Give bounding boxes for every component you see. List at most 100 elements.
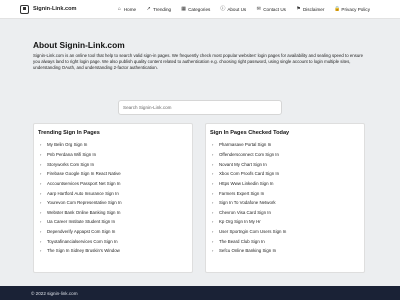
chevron-right-icon: ›	[212, 238, 214, 244]
chevron-right-icon: ›	[40, 161, 42, 167]
list-item-link[interactable]: Firebase Google Sign In React Native	[47, 171, 121, 176]
list-item-link[interactable]: Kp Org Sign In My Hr	[219, 219, 261, 224]
nav-label: Trending	[153, 6, 172, 12]
list-item-link[interactable]: Storyworks Com Sign In	[47, 162, 94, 167]
info-icon: ⓘ	[220, 5, 226, 12]
list-item[interactable]: › Aarp Hartford Auto Insurance Sign In	[38, 188, 188, 198]
trending-panel: Trending Sign In Pages › My Belin Org Sig…	[33, 123, 193, 273]
chevron-right-icon: ›	[212, 200, 214, 206]
list-item[interactable]: › Pharmasave Portal Sign In	[210, 140, 360, 150]
chevron-right-icon: ›	[40, 248, 42, 254]
list-item-link[interactable]: Xbox Com Proofs Card Sign In	[219, 171, 279, 176]
list-item[interactable]: › Webster Bank Online Banking Sign In	[38, 207, 188, 217]
top-navbar: Signin-Link.com ⌂ Home ↗ Trending ▦ Categorie…	[0, 0, 400, 19]
chevron-right-icon: ›	[40, 209, 42, 215]
list-item[interactable]: › Xbox Com Proofs Card Sign In	[210, 169, 360, 179]
list-item[interactable]: › Https Www Linkedin Sign In	[210, 179, 360, 189]
list-item[interactable]: › Kp Org Sign In My Hr	[210, 217, 360, 227]
list-item-link[interactable]: Ua Career Institute Student Sign In	[47, 219, 115, 224]
chevron-right-icon: ›	[40, 151, 42, 157]
nav-label: Home	[123, 6, 137, 12]
chevron-right-icon: ›	[40, 229, 42, 235]
trending-list: › My Belin Org Sign In › Pnb Perdana Wifi S…	[38, 140, 188, 256]
lock-icon: 🔒	[334, 5, 341, 12]
list-item-link[interactable]: Accountservices Passport Net Sign In	[47, 181, 120, 186]
chevron-right-icon: ›	[40, 142, 42, 148]
list-item[interactable]: › User Sportngin Com Users Sign In	[210, 227, 360, 237]
chevron-right-icon: ›	[212, 180, 214, 186]
list-item[interactable]: › Farmers Expert Sign In	[210, 188, 360, 198]
list-item[interactable]: › Accountservices Passport Net Sign In	[38, 179, 188, 189]
list-item-link[interactable]: Pharmasave Portal Sign In	[219, 142, 271, 147]
list-item[interactable]: › Offendersconnect Com Sign In	[210, 150, 360, 160]
chevron-right-icon: ›	[212, 142, 214, 148]
list-item-link[interactable]: The Sign In Sidney Bruskin's Window	[47, 248, 120, 253]
copyright-text: © 2022 signin-link.com	[31, 290, 78, 296]
list-item-link[interactable]: Sefcu Online Banking Sign In	[219, 248, 276, 253]
list-item[interactable]: › Sign In To Vodafone Network	[210, 198, 360, 208]
about-text: Signin-Link.com is an online tool that h…	[33, 53, 364, 71]
list-item-link[interactable]: Dependverify Appapst Com Sign In	[47, 229, 115, 234]
list-item-link[interactable]: Chevron Visa Card Sign In	[219, 210, 271, 215]
brand-name[interactable]: Signin-Link.com	[33, 6, 77, 12]
nav-label: About Us	[227, 6, 247, 12]
list-item-link[interactable]: User Sportngin Com Users Sign In	[219, 229, 286, 234]
list-item[interactable]: › Novant My Chart Sign In	[210, 159, 360, 169]
list-item[interactable]: › Pnb Perdana Wifi Sign In	[38, 150, 188, 160]
list-item[interactable]: › The Beard Club Sign In	[210, 236, 360, 246]
list-item[interactable]: › Toyotafinancialservices Com Sign In	[38, 236, 188, 246]
list-item[interactable]: › Storyworks Com Sign In	[38, 159, 188, 169]
list-item[interactable]: › Sefcu Online Banking Sign In	[210, 246, 360, 256]
list-item-link[interactable]: Toyotafinancialservices Com Sign In	[47, 239, 118, 244]
list-item-link[interactable]: Farmers Expert Sign In	[219, 191, 264, 196]
list-item-link[interactable]: Aarp Hartford Auto Insurance Sign In	[47, 191, 119, 196]
chevron-right-icon: ›	[212, 151, 214, 157]
list-item-link[interactable]: The Beard Club Sign In	[219, 239, 265, 244]
checked-today-panel: Sign In Pages Checked Today › Pharmasave …	[205, 123, 365, 273]
list-item[interactable]: › Chevron Visa Card Sign In	[210, 207, 360, 217]
list-item[interactable]: › My Belin Org Sign In	[38, 140, 188, 150]
categories-icon: ▦	[181, 5, 186, 12]
list-item-link[interactable]: Yourevon Com Representative Sign In	[47, 200, 122, 205]
search-box[interactable]	[118, 100, 282, 115]
list-item[interactable]: › Dependverify Appapst Com Sign In	[38, 227, 188, 237]
list-item-link[interactable]: Webster Bank Online Banking Sign In	[47, 210, 120, 215]
nav-categories[interactable]: ▦ Categories	[181, 5, 210, 12]
search-input[interactable]	[123, 105, 253, 110]
chevron-right-icon: ›	[40, 200, 42, 206]
about-section: About Signin-Link.com Signin-Link.com is…	[33, 40, 367, 71]
chevron-right-icon: ›	[40, 190, 42, 196]
list-item-link[interactable]: My Belin Org Sign In	[47, 142, 87, 147]
chevron-right-icon: ›	[40, 238, 42, 244]
footer: © 2022 signin-link.com	[0, 286, 400, 300]
chevron-right-icon: ›	[212, 161, 214, 167]
chevron-right-icon: ›	[40, 180, 42, 186]
logo-icon	[20, 4, 29, 14]
list-item-link[interactable]: Novant My Chart Sign In	[219, 162, 267, 167]
main-nav: ⌂ Home ↗ Trending ▦ Categories ⓘ About Us ✉ Conta…	[107, 5, 370, 12]
list-item-link[interactable]: Pnb Perdana Wifi Sign In	[47, 152, 96, 157]
brand[interactable]: Signin-Link.com	[20, 4, 77, 14]
chevron-right-icon: ›	[212, 190, 214, 196]
list-item[interactable]: › Ua Career Institute Student Sign In	[38, 217, 188, 227]
nav-about-us[interactable]: ⓘ About Us	[220, 5, 247, 12]
home-icon: ⌂	[117, 5, 121, 12]
nav-disclaimer[interactable]: ⚑ Disclaimer	[296, 6, 325, 12]
nav-privacy-policy[interactable]: 🔒 Privacy Policy	[334, 5, 370, 12]
checked-today-list: › Pharmasave Portal Sign In › Offendersconn…	[210, 140, 360, 256]
checked-today-title: Sign In Pages Checked Today	[210, 130, 290, 136]
nav-home[interactable]: ⌂ Home	[117, 5, 137, 12]
chevron-right-icon: ›	[40, 171, 42, 177]
nav-trending[interactable]: ↗ Trending	[146, 5, 172, 12]
list-item-link[interactable]: Offendersconnect Com Sign In	[219, 152, 279, 157]
list-item[interactable]: › Firebase Google Sign In React Native	[38, 169, 188, 179]
chevron-right-icon: ›	[40, 219, 42, 225]
list-item-link[interactable]: Sign In To Vodafone Network	[219, 200, 276, 205]
nav-label: Contact Us	[263, 6, 286, 12]
list-item-link[interactable]: Https Www Linkedin Sign In	[219, 181, 273, 186]
nav-contact-us[interactable]: ✉ Contact Us	[256, 6, 286, 12]
nav-label: Disclaimer	[302, 6, 325, 12]
trending-icon: ↗	[146, 5, 151, 12]
list-item[interactable]: › Yourevon Com Representative Sign In	[38, 198, 188, 208]
list-item[interactable]: › The Sign In Sidney Bruskin's Window	[38, 246, 188, 256]
